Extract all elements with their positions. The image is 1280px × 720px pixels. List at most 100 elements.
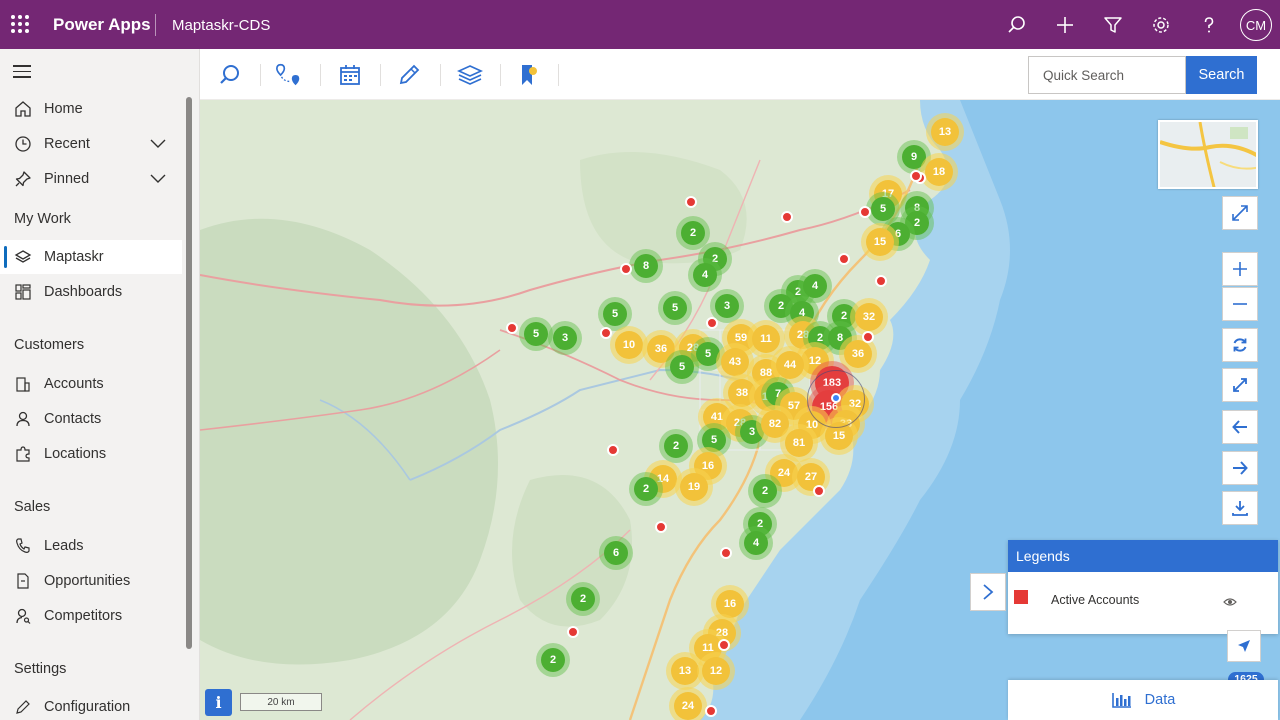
cluster-marker[interactable]: 5 (663, 296, 687, 320)
location-pin[interactable] (706, 317, 718, 329)
location-pin[interactable] (567, 626, 579, 638)
location-pin[interactable] (720, 547, 732, 559)
zoom-in-button[interactable] (1222, 252, 1258, 286)
nav-configuration[interactable]: Configuration (0, 690, 182, 720)
help-icon[interactable] (1196, 12, 1222, 38)
refresh-button[interactable] (1222, 328, 1258, 362)
layers-tool-icon[interactable] (456, 61, 484, 89)
location-pin[interactable] (718, 639, 730, 651)
cluster-marker[interactable]: 3 (715, 294, 739, 318)
nav-recent[interactable]: Recent (0, 127, 182, 161)
nav-opportunities[interactable]: Opportunities (0, 564, 182, 598)
cluster-marker[interactable]: 24 (674, 692, 702, 720)
nav-competitors[interactable]: Competitors (0, 599, 182, 633)
cluster-marker[interactable]: 6 (604, 541, 628, 565)
cluster-marker[interactable]: 81 (785, 429, 813, 457)
cluster-marker[interactable]: 11 (752, 325, 780, 353)
hamburger-menu-icon[interactable] (13, 65, 31, 79)
nav-home[interactable]: Home (0, 92, 182, 126)
nav-accounts[interactable]: Accounts (0, 367, 182, 401)
environment-name[interactable]: Maptaskr-CDS (172, 17, 270, 34)
location-pin[interactable] (600, 327, 612, 339)
previous-extent-button[interactable] (1222, 410, 1258, 444)
cluster-marker[interactable]: 10 (615, 331, 643, 359)
location-pin[interactable] (875, 275, 887, 287)
download-button[interactable] (1222, 491, 1258, 525)
chevron-down-icon[interactable] (150, 137, 166, 153)
cluster-marker[interactable]: 9 (902, 145, 926, 169)
cluster-marker[interactable]: 36 (647, 335, 675, 363)
cluster-marker[interactable]: 36 (844, 340, 872, 368)
cluster-marker[interactable]: 82 (761, 410, 789, 438)
locate-me-button[interactable] (1227, 630, 1261, 662)
user-avatar[interactable]: CM (1240, 9, 1272, 41)
search-button[interactable]: Search (1186, 56, 1257, 94)
bookmark-tool-icon[interactable] (515, 61, 543, 89)
cluster-marker[interactable]: 18 (925, 158, 953, 186)
cluster-marker[interactable]: 15 (866, 228, 894, 256)
info-button[interactable]: i (205, 689, 232, 716)
nav-pinned[interactable]: Pinned (0, 162, 182, 196)
legend-collapse-button[interactable] (970, 573, 1006, 611)
location-pin[interactable] (506, 322, 518, 334)
location-pin[interactable] (607, 444, 619, 456)
cluster-marker[interactable]: 5 (670, 355, 694, 379)
cluster-marker[interactable]: 2 (541, 648, 565, 672)
route-tool-icon[interactable] (275, 61, 303, 89)
sidebar-scrollbar[interactable] (186, 97, 192, 649)
zoom-extent-button[interactable] (1222, 368, 1258, 402)
nav-dashboards[interactable]: Dashboards (0, 275, 182, 309)
cluster-marker[interactable]: 5 (603, 302, 627, 326)
app-name[interactable]: Power Apps (53, 15, 151, 35)
filter-icon[interactable] (1100, 12, 1126, 38)
cluster-marker[interactable]: 4 (693, 263, 717, 287)
cluster-marker[interactable]: 3 (553, 326, 577, 350)
cluster-marker[interactable]: 43 (721, 348, 749, 376)
add-icon[interactable] (1052, 12, 1078, 38)
location-pin[interactable] (705, 705, 717, 717)
search-tool-icon[interactable] (216, 61, 244, 89)
draw-tool-icon[interactable] (396, 61, 424, 89)
location-pin[interactable] (620, 263, 632, 275)
calendar-tool-icon[interactable] (336, 61, 364, 89)
cluster-marker[interactable]: 13 (931, 118, 959, 146)
app-launcher-icon[interactable] (10, 14, 30, 34)
cluster-marker[interactable]: 4 (744, 531, 768, 555)
location-pin[interactable] (813, 485, 825, 497)
cluster-marker[interactable]: 5 (524, 322, 548, 346)
location-pin[interactable] (838, 253, 850, 265)
quick-search-input[interactable] (1028, 56, 1186, 94)
cluster-marker[interactable]: 8 (634, 254, 658, 278)
cluster-marker[interactable]: 44 (776, 351, 804, 379)
cluster-marker[interactable]: 4 (803, 274, 827, 298)
location-pin[interactable] (859, 206, 871, 218)
next-extent-button[interactable] (1222, 451, 1258, 485)
cluster-marker[interactable]: 2 (571, 587, 595, 611)
cluster-marker[interactable]: 5 (702, 428, 726, 452)
cluster-marker[interactable]: 5 (871, 197, 895, 221)
cluster-marker[interactable]: 2 (753, 479, 777, 503)
data-button[interactable]: Data (1008, 680, 1278, 720)
fullscreen-button[interactable] (1222, 196, 1258, 230)
location-pin[interactable] (655, 521, 667, 533)
cluster-marker[interactable]: 2 (832, 304, 856, 328)
nav-leads[interactable]: Leads (0, 529, 182, 563)
location-pin[interactable] (685, 196, 697, 208)
cluster-marker[interactable]: 13 (671, 657, 699, 685)
search-icon[interactable] (1004, 12, 1030, 38)
zoom-out-button[interactable] (1222, 287, 1258, 321)
nav-contacts[interactable]: Contacts (0, 402, 182, 436)
overview-minimap[interactable] (1158, 120, 1258, 189)
nav-locations[interactable]: Locations (0, 437, 182, 471)
cluster-marker[interactable]: 2 (664, 434, 688, 458)
location-pin[interactable] (862, 331, 874, 343)
nav-maptaskr[interactable]: Maptaskr (0, 240, 182, 274)
cluster-marker[interactable]: 12 (702, 657, 730, 685)
cluster-marker[interactable]: 38 (728, 379, 756, 407)
cluster-marker[interactable]: 19 (680, 473, 708, 501)
cluster-marker[interactable]: 2 (681, 221, 705, 245)
settings-icon[interactable] (1148, 12, 1174, 38)
eye-icon[interactable] (1223, 594, 1237, 612)
cluster-marker[interactable]: 32 (855, 303, 883, 331)
location-pin[interactable] (910, 170, 922, 182)
